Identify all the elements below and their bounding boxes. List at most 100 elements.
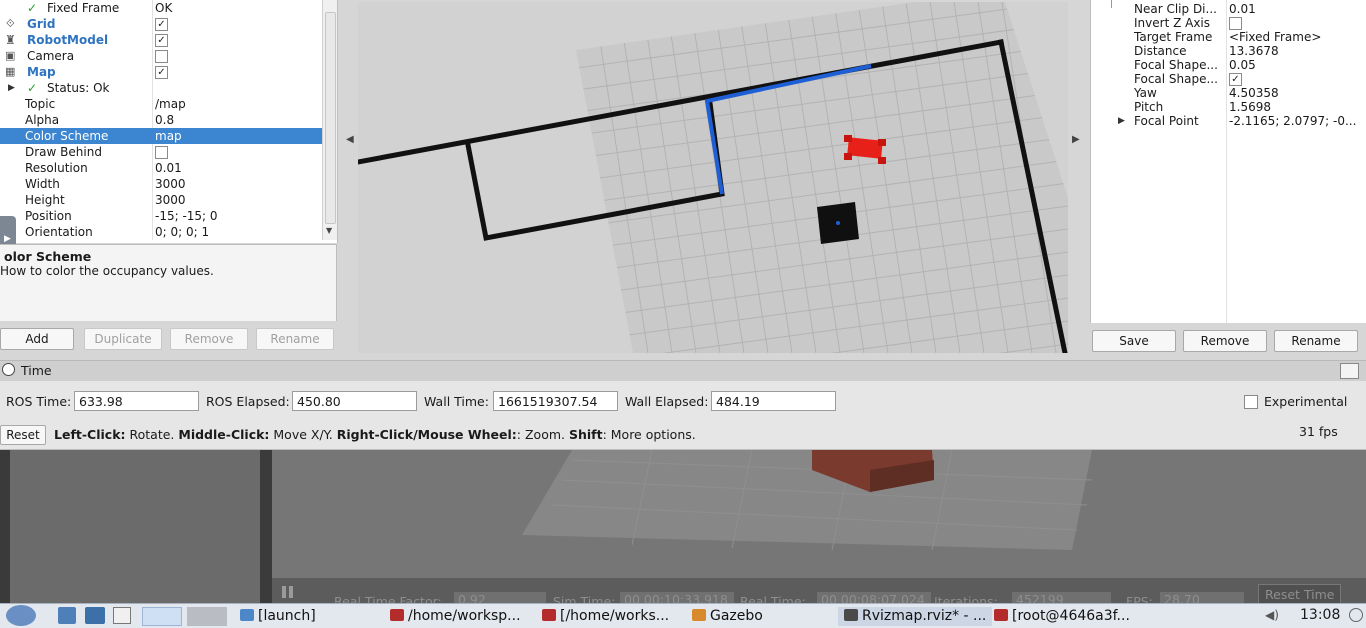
time-panel-titlebar: Time — [0, 360, 1366, 381]
wall-elapsed-field[interactable]: 484.19 — [711, 391, 836, 411]
file-manager-icon[interactable] — [58, 607, 76, 624]
settings-icon[interactable] — [85, 607, 105, 624]
rename-view-button[interactable]: Rename — [1274, 330, 1358, 352]
desktop-pager-2[interactable] — [187, 607, 227, 626]
scrollbar-thumb[interactable] — [325, 12, 336, 224]
collapse-right-icon[interactable]: ▶ — [1072, 134, 1080, 145]
wall-time-field[interactable]: 1661519307.54 — [493, 391, 618, 411]
clock: 13:08 — [1300, 607, 1341, 623]
folder-icon — [240, 609, 254, 621]
collapse-left-icon[interactable]: ◀ — [346, 134, 354, 145]
prop-topic[interactable]: Topic /map — [0, 96, 322, 112]
display-item-robotmodel[interactable]: ♜ RobotModel ✓ — [0, 32, 322, 48]
display-item-map[interactable]: ▦ Map ✓ — [0, 64, 322, 80]
start-menu-icon[interactable] — [6, 605, 36, 626]
task-terminal-1[interactable]: /home/worksp... — [390, 607, 521, 626]
task-gazebo[interactable]: Gazebo — [692, 607, 763, 626]
task-terminal-3[interactable]: [root@4646a3f... — [994, 607, 1130, 626]
float-panel-button[interactable] — [1340, 363, 1359, 379]
prop-position[interactable]: Position -15; -15; 0 — [0, 208, 322, 224]
prop-status[interactable]: ▶ ✓ Status: Ok — [0, 80, 322, 96]
ok-check-icon: ✓ — [27, 81, 38, 95]
taskbar: [launch] /home/worksp... [/home/works...… — [0, 603, 1366, 628]
camera-enabled-checkbox[interactable] — [155, 50, 168, 63]
grid-enabled-checkbox[interactable]: ✓ — [155, 18, 168, 31]
view-prop-near-clip[interactable]: Near Clip Di... 0.01 — [1091, 2, 1366, 16]
duplicate-button[interactable]: Duplicate — [84, 328, 162, 350]
time-panel-title: Time — [21, 363, 52, 378]
property-description-panel: olor Scheme How to color the occupancy v… — [0, 244, 337, 321]
rename-display-button[interactable]: Rename — [256, 328, 334, 350]
prop-fixed-frame[interactable]: ✓ Fixed Frame OK — [0, 0, 322, 16]
display-item-grid[interactable]: ⟐ Grid ✓ — [0, 16, 322, 32]
view-prop-focal-shape-fixed[interactable]: Focal Shape... ✓ — [1091, 72, 1366, 86]
displays-scrollbar[interactable]: ▼ — [322, 0, 337, 240]
gazebo-window: Real Time Factor: 0.92 Sim Time: 00 00:1… — [0, 450, 1366, 603]
dock-arrow-icon: ▶ — [4, 234, 11, 244]
map-view — [358, 2, 1068, 353]
task-terminal-2[interactable]: [/home/works... — [542, 607, 669, 626]
views-panel: Near Clip Di... 0.01 Invert Z Axis Targe… — [1090, 0, 1366, 323]
gazebo-icon — [692, 609, 706, 621]
prop-resolution[interactable]: Resolution 0.01 — [0, 160, 322, 176]
description-text: How to color the occupancy values. — [0, 264, 214, 278]
display-item-camera[interactable]: ▣ Camera — [0, 48, 322, 64]
ros-time-field[interactable]: 633.98 — [74, 391, 199, 411]
robotmodel-enabled-checkbox[interactable]: ✓ — [155, 34, 168, 47]
prop-draw-behind[interactable]: Draw Behind — [0, 144, 322, 160]
remove-view-button[interactable]: Remove — [1183, 330, 1267, 352]
expand-arrow-icon[interactable]: ▶ — [8, 80, 15, 96]
rviz-icon — [844, 609, 858, 621]
focal-shape-checkbox[interactable]: ✓ — [1229, 73, 1242, 86]
clock-icon — [2, 363, 15, 376]
window-icon[interactable] — [113, 607, 131, 624]
camera-icon: ▣ — [5, 49, 16, 62]
power-icon[interactable] — [1349, 608, 1363, 622]
reset-button[interactable]: Reset — [0, 425, 46, 445]
view-prop-invert-z[interactable]: Invert Z Axis — [1091, 16, 1366, 30]
render-viewport[interactable] — [358, 2, 1068, 353]
prop-height[interactable]: Height 3000 — [0, 192, 322, 208]
goal-marker — [836, 221, 840, 225]
scroll-down-icon[interactable]: ▼ — [326, 226, 332, 235]
robot-icon: ♜ — [5, 33, 16, 47]
volume-icon[interactable]: ◀) — [1265, 608, 1279, 622]
desktop-pager-1[interactable] — [142, 607, 182, 626]
draw-behind-checkbox[interactable] — [155, 146, 168, 159]
prop-color-scheme[interactable]: Color Scheme map — [0, 128, 322, 144]
experimental-label: Experimental — [1264, 394, 1348, 409]
map-enabled-checkbox[interactable]: ✓ — [155, 66, 168, 79]
view-prop-target-frame[interactable]: Target Frame <Fixed Frame> — [1091, 30, 1366, 44]
save-view-button[interactable]: Save — [1092, 330, 1176, 352]
status-bar: Reset Left-Click: Rotate. Middle-Click: … — [0, 421, 1366, 450]
experimental-checkbox[interactable] — [1244, 395, 1258, 409]
terminal-icon — [390, 609, 404, 621]
task-launch[interactable]: [launch] — [240, 607, 316, 626]
remove-display-button[interactable]: Remove — [170, 328, 248, 350]
prop-orientation[interactable]: Orientation 0; 0; 0; 1 — [0, 224, 322, 240]
prop-width[interactable]: Width 3000 — [0, 176, 322, 192]
ros-elapsed-field[interactable]: 450.80 — [292, 391, 417, 411]
invert-z-checkbox[interactable] — [1229, 17, 1242, 30]
grid-icon: ⟐ — [6, 17, 15, 30]
fps-readout: 31 fps — [1299, 424, 1338, 439]
view-prop-focal-shape-size[interactable]: Focal Shape... 0.05 — [1091, 58, 1366, 72]
status-hint: Left-Click: Rotate. Middle-Click: Move X… — [54, 427, 696, 442]
gazebo-scene — [272, 450, 1366, 578]
description-title: olor Scheme — [4, 249, 92, 264]
reset-time-button[interactable]: Reset Time — [1258, 584, 1342, 603]
add-button[interactable]: Add — [0, 328, 74, 350]
map-icon: ▦ — [5, 65, 16, 78]
view-prop-yaw[interactable]: Yaw 4.50358 — [1091, 86, 1366, 100]
view-prop-focal-point[interactable]: ▶ Focal Point -2.1165; 2.0797; -0... — [1091, 114, 1366, 128]
terminal-icon — [994, 609, 1008, 621]
task-rviz[interactable]: Rvizmap.rviz* - ... — [838, 607, 993, 626]
ok-check-icon: ✓ — [27, 1, 38, 15]
gazebo-status-bar: Real Time Factor: 0.92 Sim Time: 00 00:1… — [272, 578, 1366, 603]
terminal-icon — [542, 609, 556, 621]
view-prop-pitch[interactable]: Pitch 1.5698 — [1091, 100, 1366, 114]
expand-arrow-icon[interactable]: ▶ — [1118, 114, 1125, 128]
pause-icon[interactable] — [282, 586, 286, 598]
prop-alpha[interactable]: Alpha 0.8 — [0, 112, 322, 128]
view-prop-distance[interactable]: Distance 13.3678 — [1091, 44, 1366, 58]
